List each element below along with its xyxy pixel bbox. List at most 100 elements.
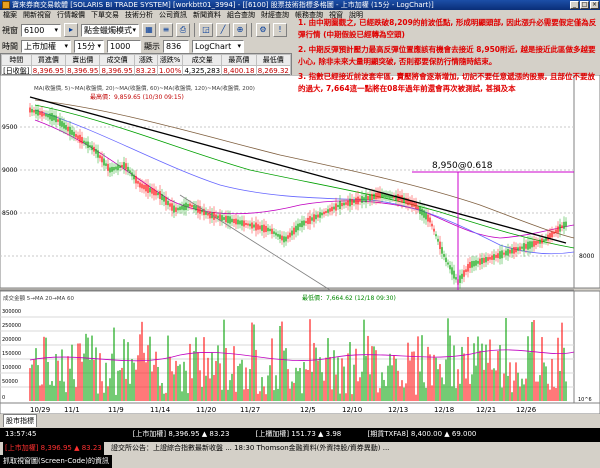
volume-bar xyxy=(359,377,361,401)
news-ticker[interactable]: 證交所公告：上證綜合指數最新收盤 ... 18:30 Thomson金融資料(外… xyxy=(109,442,391,455)
volume-bar xyxy=(65,392,67,401)
candle-body xyxy=(53,115,55,121)
line-tool-icon[interactable]: ╱ xyxy=(216,23,230,37)
bar-count-input[interactable]: 1000 xyxy=(107,39,141,53)
volume-bar xyxy=(155,351,157,401)
tab-market-index[interactable]: 股市指標 xyxy=(3,414,37,427)
menu-trade[interactable]: 下單交易 xyxy=(91,10,119,20)
ticker-bar: 13:57:45 [上市加權] 8,396.95 ▲ 83.23 [上櫃加權] … xyxy=(0,428,600,442)
volume-bar xyxy=(121,367,123,401)
chart-area[interactable]: 9500 9000 8500 8000 MA(收盤價, 5)~MA(收盤價, 2… xyxy=(0,75,600,414)
zoom-icon[interactable]: ⊕ xyxy=(233,23,247,37)
candle-body xyxy=(145,184,147,192)
close-button[interactable]: × xyxy=(590,1,599,9)
volume-bar xyxy=(89,359,91,401)
candle-body xyxy=(537,241,539,244)
menu-new-window[interactable]: 開新視窗 xyxy=(23,10,51,20)
title-bar[interactable]: 寶來券商交易軟體 [SOLARIS BI TRADE SYSTEM] [work… xyxy=(0,0,600,10)
volume-bar xyxy=(187,393,189,401)
volume-bar xyxy=(365,356,367,401)
candle-body xyxy=(191,204,193,208)
menu-tech-analysis[interactable]: 技術分析 xyxy=(125,10,153,20)
maximize-button[interactable]: □ xyxy=(580,1,589,9)
candle-body xyxy=(51,113,53,121)
open-icon[interactable]: ▸ xyxy=(64,23,78,37)
candle-body xyxy=(111,166,113,172)
print-icon[interactable]: ⎙ xyxy=(176,23,190,37)
period-select[interactable]: 15分 xyxy=(74,39,104,53)
list-icon[interactable]: ≡ xyxy=(159,23,173,37)
candle-body xyxy=(261,225,263,231)
candle-body xyxy=(497,253,499,259)
candle-body xyxy=(439,241,441,250)
volume-bar xyxy=(553,386,555,401)
quote-table: 時間 買進價 賣出價 成交價 漲跌 漲跌% 成交量 最高價 最低價 [日收盤] … xyxy=(0,53,292,77)
chart-icon[interactable]: ◲ xyxy=(199,23,213,37)
annotation-point-1: 1. 由中期圖觀之, 已經跌破8,209的前波低點, 形成明顯頭部, 因此漲升必… xyxy=(298,18,597,39)
candle-body xyxy=(313,214,315,222)
layout-select[interactable]: 點金蠟燭模式 xyxy=(81,23,139,37)
ticker-taiex[interactable]: [上市加權] 8,396.95 ▲ 83.23 xyxy=(131,428,232,441)
volume-bar xyxy=(129,383,131,401)
logchart-select[interactable]: LogChart xyxy=(192,39,244,53)
taskbar-screen-capture[interactable]: 抓取視窗圖(Screen-Code)的資訊 xyxy=(0,455,112,468)
volume-bar xyxy=(533,320,535,401)
alert-icon[interactable]: ! xyxy=(273,23,287,37)
candle-body xyxy=(29,107,31,113)
candle-body xyxy=(413,202,415,207)
volume-bar xyxy=(393,355,395,401)
candle-body xyxy=(467,264,469,272)
candle-body xyxy=(177,207,179,211)
volume-bar xyxy=(409,360,411,401)
candle-body xyxy=(81,137,83,144)
vol-tick: 150000 xyxy=(2,351,21,357)
menu-news[interactable]: 新聞資料 xyxy=(193,10,221,20)
menu-quotes[interactable]: 行情報價 xyxy=(57,10,85,20)
candle-body xyxy=(49,113,51,120)
volume-bar xyxy=(545,366,547,401)
candle-body xyxy=(523,243,525,251)
menu-file[interactable]: 檔案 xyxy=(3,10,17,20)
x-tick: 12/5 xyxy=(300,406,316,414)
candle-body xyxy=(339,201,341,209)
volume-bar xyxy=(59,380,61,401)
volume-bar xyxy=(241,359,243,401)
volume-bar xyxy=(213,374,215,401)
zoom-input[interactable]: 836 xyxy=(163,39,189,53)
candle-body xyxy=(33,110,35,113)
candle-body xyxy=(509,249,511,254)
fib-label: 8,950@0.618 xyxy=(432,161,493,171)
volume-bar xyxy=(391,365,393,401)
volume-bar xyxy=(519,386,521,401)
menu-finance-query[interactable]: 財經查詢 xyxy=(261,10,289,20)
ticker-taiex-secondary[interactable]: [上市加權] 8,396.95 ▲ 83.23 xyxy=(3,442,104,455)
volume-bar xyxy=(387,365,389,401)
ticker-otc[interactable]: [上櫃加權] 151.73 ▲ 3.98 xyxy=(254,428,344,441)
candle-body xyxy=(317,214,319,218)
candle-body xyxy=(209,211,211,219)
volume-bar xyxy=(303,362,305,401)
volume-bar xyxy=(183,361,185,401)
volume-legend: 成交金額 5→MA 20→MA 60 xyxy=(3,294,74,302)
candle-body xyxy=(463,270,465,277)
volume-bar xyxy=(383,379,385,401)
candle-body xyxy=(283,236,285,243)
minimize-button[interactable]: _ xyxy=(570,1,579,9)
settings-icon[interactable]: ⚙ xyxy=(256,23,270,37)
candle-body xyxy=(337,204,339,208)
code-input[interactable]: 6100 xyxy=(21,23,61,37)
candle-body xyxy=(359,198,361,202)
volume-bar xyxy=(81,361,83,401)
candle-body xyxy=(321,212,323,216)
ticker-futures[interactable]: [期貨TXFA8] 8,400.00 ▲ 69.000 xyxy=(366,428,479,441)
candle-body xyxy=(363,197,365,201)
symbol-select[interactable]: 上市加權 xyxy=(21,39,71,53)
candle-body xyxy=(533,240,535,247)
candle-body xyxy=(193,204,195,210)
grid-icon[interactable]: ▦ xyxy=(142,23,156,37)
menu-company[interactable]: 公司資訊 xyxy=(159,10,187,20)
menu-combo-query[interactable]: 組合查詢 xyxy=(227,10,255,20)
volume-bar xyxy=(219,363,221,401)
y-tick-8500: 8500 xyxy=(2,210,17,217)
candle-body xyxy=(369,194,371,201)
